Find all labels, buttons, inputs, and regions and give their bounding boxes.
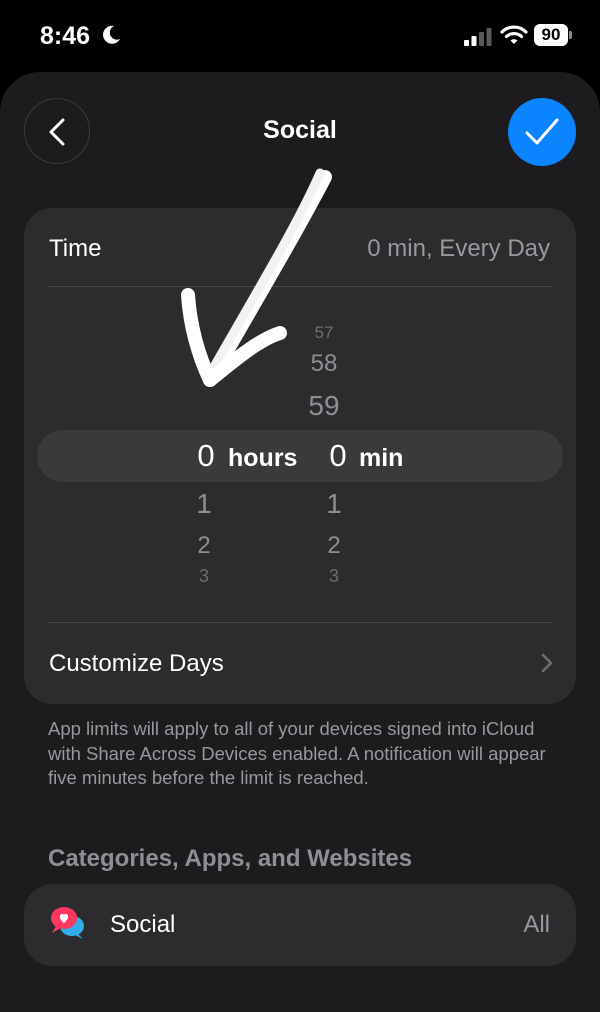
status-bar: 8:46 90 [0, 0, 600, 70]
divider [49, 622, 552, 623]
wifi-icon [500, 25, 528, 44]
section-header: Categories, Apps, and Websites [48, 845, 413, 872]
battery-cap [569, 31, 572, 39]
customize-days-label: Customize Days [49, 650, 224, 677]
moon-icon [103, 25, 120, 44]
picker-minute-option[interactable]: 2 [314, 532, 354, 560]
picker-minutes-selected[interactable]: 0 [316, 438, 360, 474]
social-bubbles-icon [51, 907, 84, 939]
done-button[interactable] [508, 98, 576, 166]
picker-hour-option[interactable]: 1 [184, 488, 224, 520]
picker-hour-option[interactable]: 3 [184, 569, 224, 584]
app-limit-note: App limits will apply to all of your dev… [48, 718, 546, 788]
category-value: All [523, 911, 550, 938]
checkmark-icon [525, 118, 559, 145]
picker-hours-selected[interactable]: 0 [184, 438, 228, 474]
hand-drawn-checkmark-annotation [181, 168, 332, 387]
cellular-signal-icon [464, 28, 492, 46]
picker-minutes-unit: min [359, 444, 404, 472]
picker-hour-option[interactable]: 2 [184, 532, 224, 560]
time-value[interactable]: 0 min, Every Day [367, 235, 550, 263]
picker-selection-highlight [37, 430, 563, 482]
time-label: Time [49, 235, 102, 262]
category-label: Social [110, 911, 176, 938]
status-time: 8:46 [40, 22, 91, 50]
battery-indicator: 90 [534, 24, 568, 46]
picker-minute-option[interactable]: 3 [314, 569, 354, 584]
category-row-social[interactable]: Social All [24, 884, 576, 966]
picker-hours-unit: hours [228, 444, 298, 472]
picker-minute-option[interactable]: 1 [314, 488, 354, 520]
chevron-right-icon [541, 653, 553, 673]
